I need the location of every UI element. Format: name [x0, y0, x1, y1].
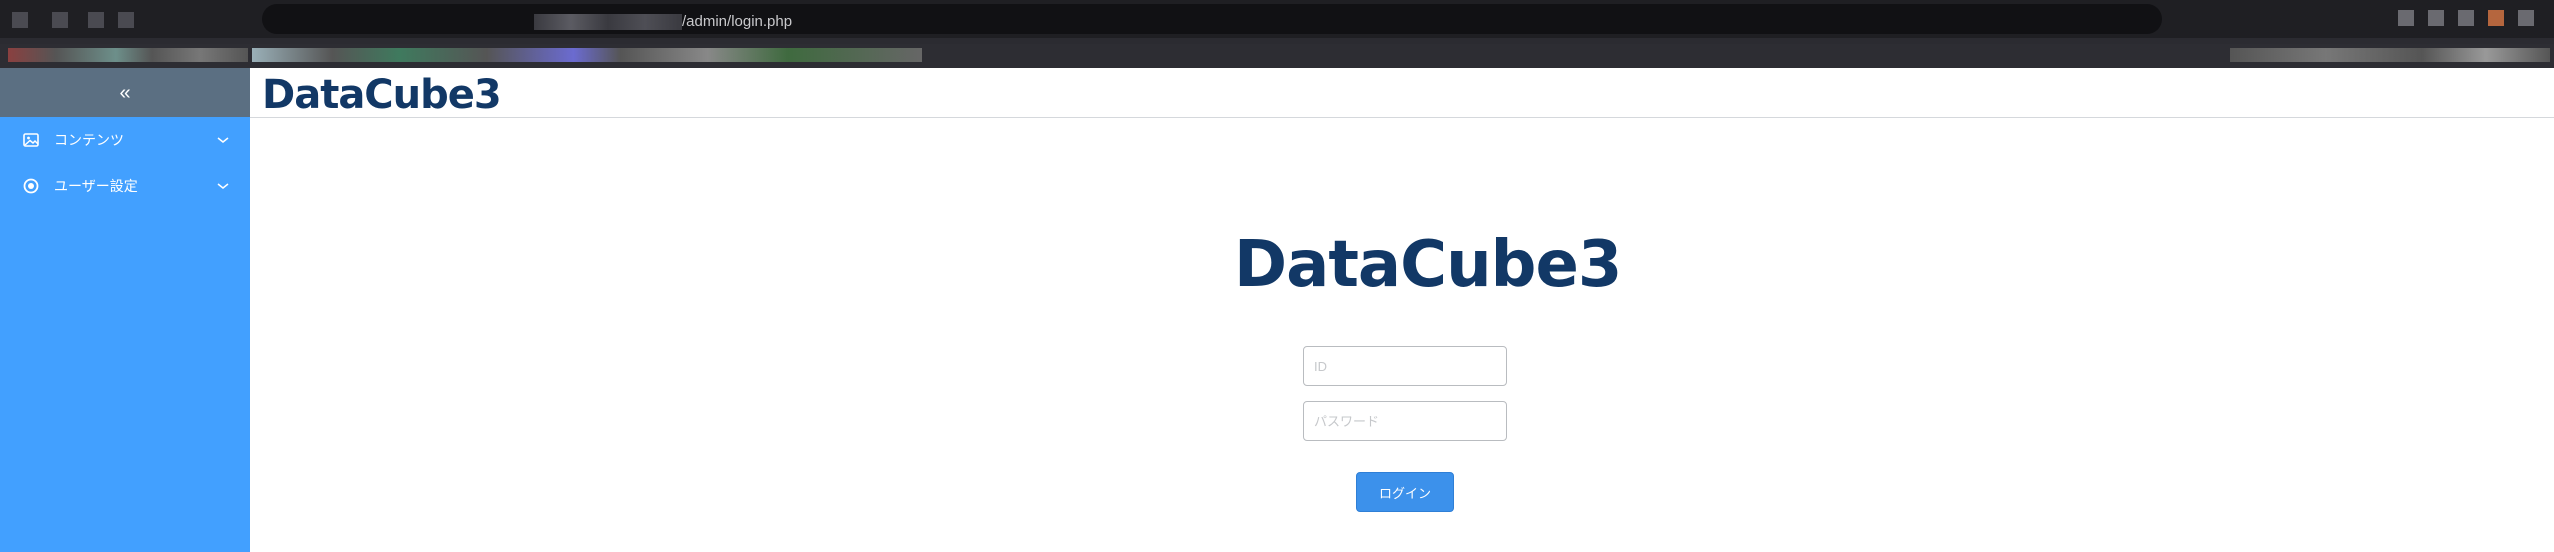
- image-icon: [23, 133, 39, 147]
- extension-icons: [2398, 10, 2534, 26]
- sidebar: « コンテンツ ユーザー設定: [0, 68, 250, 552]
- url-path: /admin/login.php: [682, 13, 793, 30]
- bookmark-items-redacted[interactable]: [2230, 48, 2550, 62]
- extension-icon[interactable]: [2398, 10, 2414, 26]
- double-chevron-left-icon: «: [119, 81, 131, 104]
- sidebar-item-label: コンテンツ: [54, 132, 124, 148]
- sidebar-item-label: ユーザー設定: [54, 178, 138, 194]
- url-domain-redacted: [534, 14, 682, 30]
- settings-icon: [23, 178, 39, 194]
- login-logo: DataCube3: [1234, 228, 1622, 302]
- address-bar[interactable]: /admin/login.php: [262, 4, 2162, 34]
- bookmark-items-redacted[interactable]: [8, 48, 248, 62]
- sidebar-item-user-settings[interactable]: ユーザー設定: [0, 163, 250, 209]
- extension-icon[interactable]: [2458, 10, 2474, 26]
- reload-button[interactable]: [88, 12, 104, 28]
- top-header: DataCube3: [250, 68, 2554, 118]
- chevron-down-icon: [217, 137, 229, 143]
- password-input[interactable]: [1303, 401, 1507, 441]
- bookmark-items-redacted[interactable]: [252, 48, 922, 62]
- sidebar-collapse-button[interactable]: «: [0, 68, 250, 117]
- home-button[interactable]: [118, 12, 134, 28]
- menu-icon[interactable]: [2518, 10, 2534, 26]
- sidebar-item-contents[interactable]: コンテンツ: [0, 117, 250, 163]
- browser-chrome: /admin/login.php: [0, 0, 2554, 68]
- extension-icon[interactable]: [2428, 10, 2444, 26]
- id-input[interactable]: [1303, 346, 1507, 386]
- forward-button[interactable]: [52, 12, 68, 28]
- extension-icon[interactable]: [2488, 10, 2504, 26]
- header-logo[interactable]: DataCube3: [262, 72, 502, 118]
- chevron-down-icon: [217, 183, 229, 189]
- login-button[interactable]: ログイン: [1356, 472, 1454, 512]
- back-button[interactable]: [12, 12, 28, 28]
